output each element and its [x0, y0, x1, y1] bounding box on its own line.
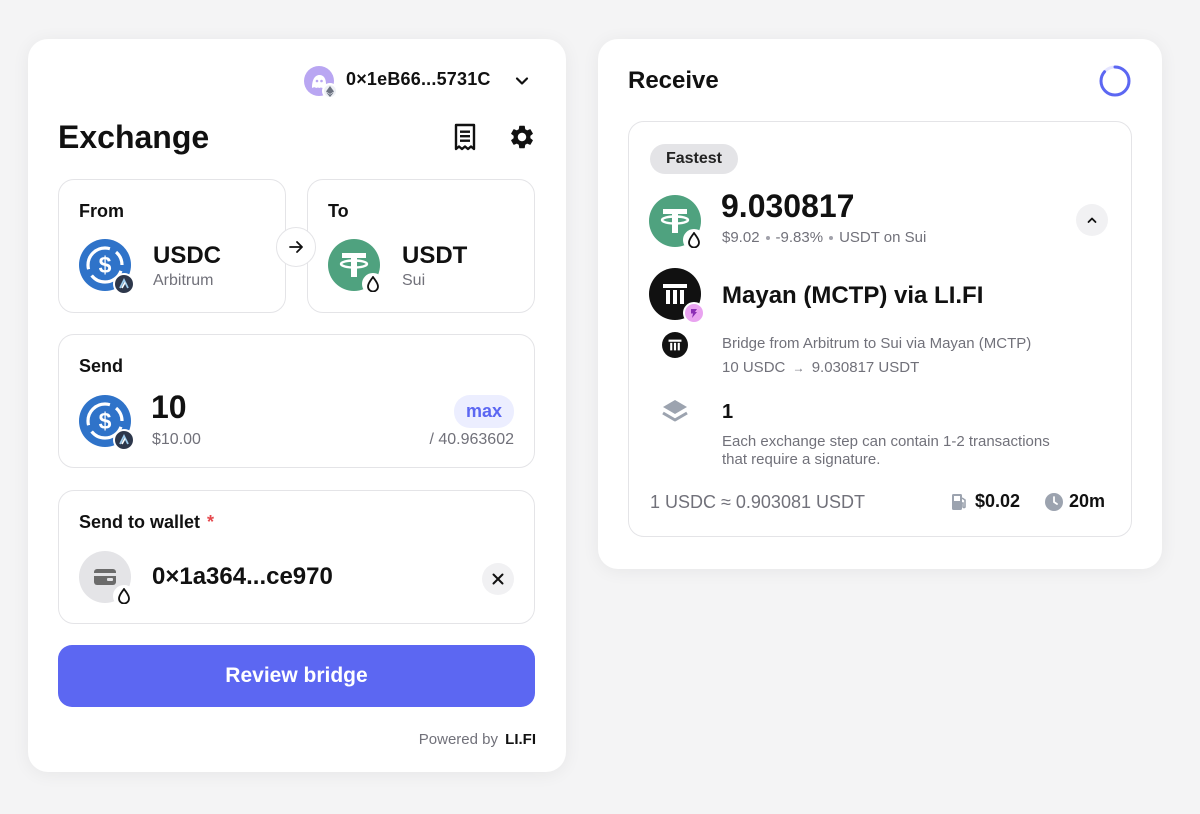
signature-note: Each exchange step can contain 1-2 trans…: [722, 433, 1050, 469]
estimated-duration: 20m: [1069, 491, 1106, 511]
exchange-rate: 1 USDC ≈ 0.903081 USDT: [650, 492, 865, 512]
powered-by-text: Powered by: [418, 731, 498, 748]
step-description: Bridge from Arbitrum to Sui via Mayan (M…: [722, 335, 1032, 352]
wallet-selector[interactable]: 0×1eB66...5731C: [304, 64, 544, 99]
page-title: Exchange: [58, 119, 210, 155]
svg-text:$: $: [99, 252, 112, 278]
from-token-selector[interactable]: From $ USDC Arbitrum: [58, 179, 286, 313]
token-on-chain: USDT on Sui: [839, 229, 927, 246]
receive-card: Receive Fastest 9.030817 $9.02 -9.83% USDT…: [598, 39, 1162, 569]
clear-address-button[interactable]: [482, 563, 514, 595]
max-button[interactable]: max: [453, 395, 514, 428]
mayan-step-icon: [662, 332, 688, 358]
price-impact: -9.83%: [775, 229, 824, 246]
send-amount-box: Send $ 10 $10.00 max / 40.963602: [58, 334, 535, 468]
fastest-badge: Fastest: [650, 144, 738, 174]
swap-direction-button[interactable]: [276, 227, 316, 267]
layers-icon: [662, 400, 688, 422]
collapse-route-button[interactable]: [1076, 204, 1108, 236]
sui-chain-icon: [362, 273, 384, 295]
receive-amount: 9.030817: [721, 188, 855, 224]
sui-chain-icon: [683, 229, 705, 251]
token-balance: / 40.963602: [429, 431, 514, 448]
close-icon: [492, 573, 504, 585]
recipient-address: 0×1a364...ce970: [152, 563, 333, 590]
route-card[interactable]: Fastest 9.030817 $9.02 -9.83% USDT on Sui …: [628, 121, 1132, 537]
to-token-symbol: USDT: [402, 242, 468, 269]
from-chain-name: Arbitrum: [153, 272, 214, 289]
lifi-link[interactable]: LI.FI: [505, 731, 536, 748]
transaction-history-icon[interactable]: [452, 123, 478, 153]
receive-usd-value: $9.02: [722, 229, 760, 246]
send-to-wallet-box[interactable]: Send to wallet * 0×1a364...ce970: [58, 490, 535, 624]
step-from-amount: 10 USDC: [722, 359, 786, 376]
from-token-symbol: USDC: [153, 242, 222, 269]
signature-note-line-1: Each exchange step can contain 1-2 trans…: [722, 433, 1050, 450]
wallet-address: 0×1eB66...5731C: [346, 69, 491, 89]
gas-cost: $0.02: [975, 491, 1021, 511]
provider-name: Mayan (MCTP) via LI.FI: [722, 282, 984, 309]
send-to-wallet-label-row: Send to wallet *: [79, 512, 214, 533]
powered-by: Powered by LI.FI: [419, 731, 536, 748]
signature-count: 1: [722, 401, 734, 423]
exchange-card: 0×1eB66...5731C Exchange From $ USDC Arb…: [28, 39, 566, 772]
from-label: From: [79, 201, 124, 221]
to-chain-name: Sui: [402, 272, 426, 289]
send-usd-value: $10.00: [152, 431, 201, 448]
arbitrum-chain-icon: [113, 273, 135, 295]
arrow-right-icon: [289, 241, 303, 253]
gas-pump-icon: [952, 494, 966, 510]
to-label: To: [328, 201, 349, 221]
signature-note-line-2: that require a signature.: [722, 451, 881, 468]
send-label: Send: [79, 356, 124, 376]
receive-details: $9.02 -9.83% USDT on Sui: [722, 229, 926, 246]
arbitrum-chain-icon: [113, 429, 135, 451]
review-bridge-button[interactable]: Review bridge: [58, 645, 535, 707]
step-amounts: 10 USDC → 9.030817 USDT: [722, 359, 919, 376]
ethereum-icon: [322, 83, 338, 99]
lifi-badge-icon: [683, 302, 705, 324]
receive-title: Receive: [628, 67, 719, 94]
chevron-up-icon: [1087, 217, 1097, 223]
refresh-progress-icon[interactable]: [1098, 64, 1132, 98]
to-token-selector[interactable]: To USDT Sui: [307, 179, 535, 313]
svg-text:$: $: [99, 408, 112, 434]
chevron-down-icon[interactable]: [514, 73, 530, 89]
send-amount-input[interactable]: 10: [151, 389, 187, 426]
settings-gear-icon[interactable]: [508, 123, 536, 151]
step-to-amount: 9.030817 USDT: [811, 359, 920, 376]
clock-icon: [1045, 493, 1063, 511]
step-arrow: →: [792, 361, 805, 375]
required-marker: *: [207, 512, 215, 532]
send-to-wallet-label: Send to wallet: [79, 512, 201, 532]
sui-chain-icon: [113, 585, 135, 607]
